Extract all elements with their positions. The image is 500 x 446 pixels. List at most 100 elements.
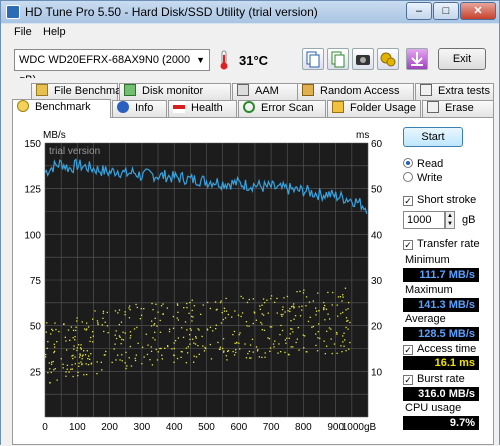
read-radio[interactable]: Read bbox=[403, 158, 443, 170]
y-left-tick-label: 75 bbox=[30, 276, 42, 287]
y-right-unit: ms bbox=[356, 130, 369, 141]
access-point bbox=[215, 309, 217, 311]
options-button[interactable] bbox=[377, 48, 399, 70]
tab-info[interactable]: Info bbox=[112, 100, 167, 117]
access-point bbox=[259, 308, 261, 310]
access-point bbox=[65, 340, 67, 342]
access-point bbox=[129, 337, 131, 339]
access-point bbox=[89, 340, 91, 342]
access-point bbox=[323, 307, 325, 309]
tab-disk-monitor[interactable]: Disk monitor bbox=[119, 83, 231, 100]
copy-all-button[interactable] bbox=[327, 48, 349, 70]
access-point bbox=[269, 347, 272, 349]
access-point bbox=[145, 333, 147, 335]
check-icon: ✓ bbox=[403, 375, 413, 385]
access-time-checkbox[interactable]: ✓ Access time bbox=[403, 343, 476, 355]
exit-button[interactable]: Exit bbox=[438, 48, 486, 70]
access-point bbox=[195, 336, 197, 338]
access-point bbox=[119, 359, 121, 361]
access-point bbox=[129, 309, 131, 311]
access-point bbox=[76, 317, 78, 319]
access-point bbox=[337, 315, 339, 317]
close-button[interactable]: ✕ bbox=[460, 2, 496, 20]
tab-benchmark[interactable]: Benchmark bbox=[12, 99, 111, 118]
access-point bbox=[114, 334, 116, 336]
minimize-button[interactable]: – bbox=[406, 2, 432, 20]
write-radio[interactable]: Write bbox=[403, 172, 442, 184]
access-point bbox=[58, 330, 60, 333]
access-point bbox=[293, 303, 295, 305]
access-point bbox=[222, 338, 225, 340]
tab-folder-usage[interactable]: Folder Usage bbox=[327, 100, 421, 117]
tab-file-benchmark[interactable]: File Benchmark bbox=[31, 83, 130, 100]
tab-health[interactable]: Health bbox=[168, 100, 237, 117]
maximize-button[interactable]: □ bbox=[433, 2, 459, 20]
access-point bbox=[221, 312, 223, 314]
access-point bbox=[296, 291, 298, 293]
access-point bbox=[182, 336, 185, 338]
tab-extra-tests[interactable]: Extra tests bbox=[415, 83, 494, 100]
access-point bbox=[124, 314, 126, 316]
short-stroke-input[interactable]: 1000 bbox=[403, 211, 445, 229]
menu-help[interactable]: Help bbox=[43, 26, 66, 38]
x-tick-label: 600 bbox=[230, 422, 247, 433]
tab-erase[interactable]: Erase bbox=[422, 100, 494, 117]
access-point bbox=[206, 329, 209, 331]
access-point bbox=[262, 298, 265, 300]
access-point bbox=[315, 307, 317, 309]
menu-file[interactable]: File bbox=[14, 26, 32, 38]
access-point bbox=[289, 308, 291, 310]
access-point bbox=[303, 289, 305, 291]
access-point bbox=[348, 348, 350, 350]
access-point bbox=[201, 335, 203, 338]
access-point bbox=[80, 347, 82, 349]
start-button[interactable]: Start bbox=[403, 127, 463, 147]
access-point bbox=[47, 341, 49, 343]
short-stroke-checkbox[interactable]: ✓ Short stroke bbox=[403, 194, 476, 206]
burst-rate-checkbox[interactable]: ✓ Burst rate bbox=[403, 373, 465, 385]
tab-error-scan[interactable]: Error Scan bbox=[238, 100, 326, 117]
access-point bbox=[248, 325, 250, 327]
drive-select[interactable]: WDC WD20EFRX-68AX9N0 (2000 gB) ▼ bbox=[14, 49, 210, 86]
access-point bbox=[173, 361, 175, 363]
maximum-value: 141.3 MB/s bbox=[403, 298, 479, 312]
access-point bbox=[261, 329, 263, 331]
access-point bbox=[267, 312, 269, 314]
access-point bbox=[141, 363, 143, 365]
screenshot-button[interactable] bbox=[352, 48, 374, 70]
tab-random-access[interactable]: Random Access bbox=[297, 83, 414, 100]
access-point bbox=[152, 309, 154, 311]
access-point bbox=[79, 356, 81, 358]
access-point bbox=[156, 359, 159, 361]
access-point bbox=[341, 300, 343, 302]
access-point bbox=[143, 356, 145, 358]
access-point bbox=[121, 338, 123, 341]
access-point bbox=[270, 298, 272, 300]
access-point bbox=[192, 338, 194, 340]
access-point bbox=[283, 297, 285, 299]
app-window: HD Tune Pro 5.50 - Hard Disk/SSD Utility… bbox=[0, 0, 500, 446]
access-point bbox=[345, 326, 347, 329]
copy-info-button[interactable] bbox=[302, 48, 324, 70]
access-point bbox=[301, 309, 303, 311]
save-button[interactable] bbox=[406, 48, 428, 70]
access-point bbox=[214, 301, 217, 303]
transfer-rate-checkbox[interactable]: ✓ Transfer rate bbox=[403, 238, 480, 250]
access-point bbox=[154, 339, 156, 341]
stroke-spinner[interactable]: ▲ ▼ bbox=[445, 211, 455, 229]
access-point bbox=[149, 359, 151, 361]
access-point bbox=[54, 346, 56, 348]
access-point bbox=[125, 367, 127, 370]
access-point bbox=[53, 369, 55, 371]
access-point bbox=[224, 317, 227, 319]
access-point bbox=[292, 305, 294, 307]
y-right-tick-label: 40 bbox=[371, 230, 383, 241]
access-point bbox=[336, 331, 338, 334]
access-point bbox=[318, 323, 320, 325]
access-point bbox=[202, 304, 204, 306]
access-point bbox=[52, 329, 54, 332]
access-point bbox=[251, 338, 254, 340]
access-point bbox=[263, 329, 266, 331]
access-point bbox=[74, 356, 76, 358]
y-left-tick-label: 100 bbox=[24, 230, 41, 241]
